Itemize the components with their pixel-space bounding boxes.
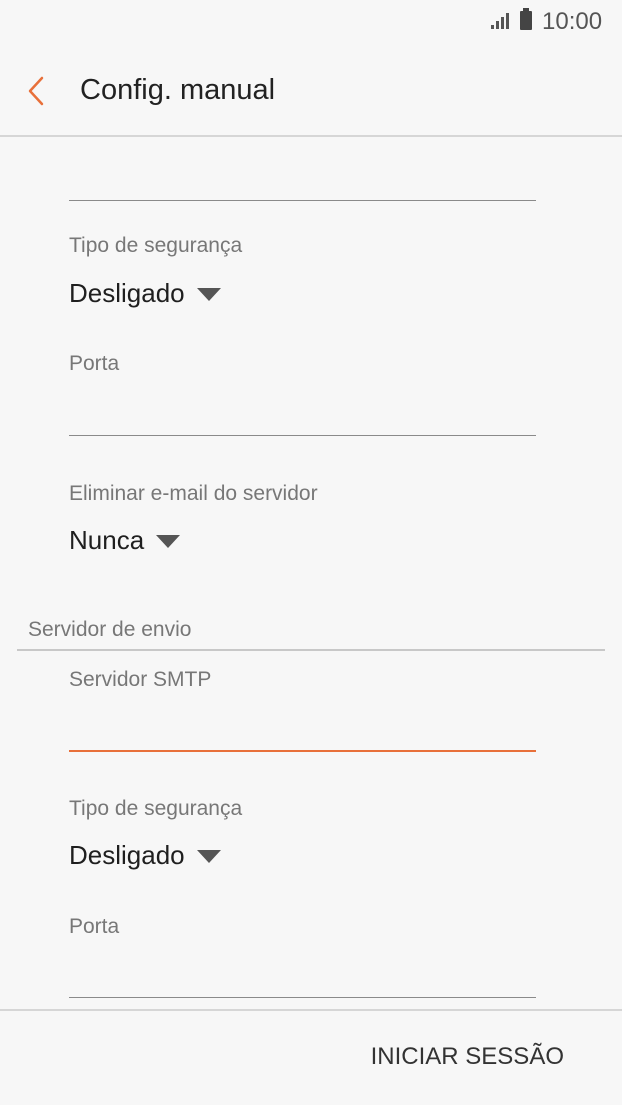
- delete-email-dropdown[interactable]: Nunca: [69, 525, 181, 556]
- page-title: Config. manual: [80, 74, 276, 106]
- smtp-server-field[interactable]: [69, 716, 536, 752]
- chevron-left-icon: [28, 76, 44, 106]
- section-title-outgoing: Servidor de envio: [28, 618, 192, 641]
- section-divider: [17, 649, 605, 651]
- dropdown-arrow-icon: [156, 535, 181, 548]
- incoming-port-label: Porta: [69, 352, 120, 375]
- delete-email-value: Nunca: [69, 525, 145, 555]
- incoming-security-type-dropdown[interactable]: Desligado: [69, 278, 221, 309]
- outgoing-security-type-dropdown[interactable]: Desligado: [69, 840, 221, 871]
- dropdown-arrow-icon: [196, 850, 221, 863]
- status-time: 10:00: [542, 8, 603, 35]
- app-bar: Config. manual: [0, 44, 622, 136]
- incoming-server-field[interactable]: [69, 166, 536, 201]
- sign-in-button[interactable]: INICIAR SESSÃO: [371, 1043, 564, 1071]
- back-button[interactable]: [22, 74, 52, 108]
- incoming-security-type-label: Tipo de segurança: [69, 234, 243, 257]
- app-bar-divider: [0, 135, 622, 137]
- status-bar: 10:00: [0, 0, 622, 44]
- outgoing-security-type-label: Tipo de segurança: [69, 797, 243, 820]
- outgoing-security-type-value: Desligado: [69, 840, 185, 870]
- outgoing-port-label: Porta: [69, 915, 120, 938]
- battery-icon: [520, 8, 532, 30]
- outgoing-port-field[interactable]: [69, 963, 536, 998]
- footer-divider: [0, 1009, 622, 1011]
- incoming-port-field[interactable]: [69, 401, 536, 436]
- incoming-security-type-value: Desligado: [69, 278, 185, 308]
- dropdown-arrow-icon: [196, 288, 221, 301]
- signal-icon: [491, 13, 509, 29]
- smtp-server-label: Servidor SMTP: [69, 668, 212, 691]
- delete-email-label: Eliminar e-mail do servidor: [69, 482, 318, 505]
